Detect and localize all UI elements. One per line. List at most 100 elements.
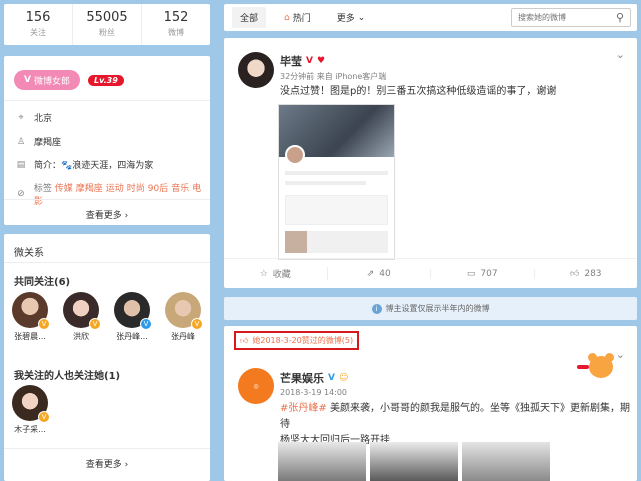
person-icon: ♙ xyxy=(16,136,26,147)
post-source: 来自 iPhone客户端 xyxy=(316,72,387,81)
thumbs-up-icon: 👍︎ xyxy=(240,335,249,345)
profile-more-link[interactable]: 查看更多 › xyxy=(4,208,210,221)
badge-row: V 微博女郎 Lv.39 xyxy=(14,70,124,90)
tags-line: ⊘ 标签 传媒 摩羯座 运动 时尚 90后 音乐 电影 xyxy=(16,181,210,207)
common-follow-title: 共同关注(6) xyxy=(14,277,71,288)
liked-date-filter[interactable]: 👍︎ 她2018-3-20赞过的微博(5) xyxy=(234,331,360,350)
mutual-follow-user[interactable]: V 木子采... xyxy=(12,385,50,435)
bio-line: ▤ 简介：🐾浪迹天涯，四海为家 xyxy=(16,158,154,172)
level-badge[interactable]: Lv.39 xyxy=(87,74,124,86)
common-follow-user[interactable]: V 张丹峰 xyxy=(165,292,203,342)
image-line xyxy=(285,171,388,175)
tag-item[interactable]: 音乐 xyxy=(171,184,189,194)
mutual-follow-list: V 木子采... xyxy=(12,385,50,435)
tab-label: 更多 xyxy=(336,14,355,24)
repost-button[interactable]: ⇗ 40 xyxy=(328,268,431,279)
notice-text: 博主设置仅展示半年内的微博 xyxy=(385,304,490,313)
feed-tabs: 全部 ⌂热门 更多⌄ ⚲ xyxy=(224,4,637,31)
tag-item[interactable]: 时尚 xyxy=(127,184,145,194)
post-image[interactable] xyxy=(278,104,395,260)
tab-label: 全部 xyxy=(240,14,259,24)
bear-decoration-icon xyxy=(577,352,617,382)
location-pin-icon: ⌖ xyxy=(18,112,24,123)
relations-title: 微关系 xyxy=(14,248,44,259)
fan-icon: ☺ xyxy=(338,373,349,383)
stat-label: 关注 xyxy=(30,28,46,37)
post-username[interactable]: 芒果娱乐 V ☺ xyxy=(280,370,348,386)
common-follow-user[interactable]: V 张碧晨... xyxy=(12,292,50,342)
hashtag-link[interactable]: #张丹峰# xyxy=(280,403,327,414)
weibo-post: 毕莹 V ♥ 32分钟前 来自 iPhone客户端 ⌄ 没点过赞！图是p的！别三… xyxy=(224,38,637,288)
fan-badge[interactable]: V 微博女郎 xyxy=(14,70,80,90)
verified-v-icon: V xyxy=(328,373,335,383)
weibo-post: 👍︎ 她2018-3-20赞过的微博(5) ◎ 芒果娱乐 V ☺ 2018-3-… xyxy=(224,326,637,481)
image-line xyxy=(285,181,366,185)
post-username[interactable]: 毕莹 V ♥ xyxy=(280,53,325,69)
stat-label: 粉丝 xyxy=(99,28,115,37)
post-image[interactable] xyxy=(462,442,550,481)
post-image[interactable] xyxy=(278,442,366,481)
stat-following[interactable]: 156 关注 xyxy=(4,4,73,45)
divider xyxy=(4,199,210,200)
relations-more-link[interactable]: 查看更多 › xyxy=(4,457,210,470)
avatar[interactable]: ◎ xyxy=(238,368,274,404)
post-time[interactable]: 2018-3-19 14:00 xyxy=(280,388,347,397)
image-thumb xyxy=(285,231,307,253)
common-follow-list: V 张碧晨... V 洪欣 V 张丹峰... V 张丹峰 xyxy=(12,292,203,342)
avatar[interactable] xyxy=(238,52,274,88)
avatar: V xyxy=(165,292,203,330)
tag-item[interactable]: 摩羯座 xyxy=(76,184,103,194)
stat-followers[interactable]: 55005 粉丝 xyxy=(73,4,142,45)
profile-info-card: V 微博女郎 Lv.39 ⌖ 北京 ♙ 摩羯座 ▤ 简介：🐾浪迹天涯，四海为家 … xyxy=(4,56,210,225)
action-count: 40 xyxy=(379,268,391,279)
user-name: 木子采... xyxy=(14,425,46,434)
user-name: 芒果娱乐 xyxy=(280,372,324,385)
tag-item[interactable]: 90后 xyxy=(148,184,168,194)
post-image[interactable] xyxy=(370,442,458,481)
bio-label: 简介： xyxy=(34,161,62,171)
chevron-down-icon[interactable]: ⌄ xyxy=(616,348,625,361)
v-icon: V xyxy=(24,75,31,85)
action-label: 收藏 xyxy=(272,270,291,280)
divider xyxy=(4,262,210,263)
stat-number: 152 xyxy=(163,10,189,25)
post-text-line1: 美颜来袭，小哥哥的颜我是服气的。坐等《独孤天下》更新剧集，期待 xyxy=(280,403,630,430)
like-button[interactable]: 👍︎ 283 xyxy=(535,269,638,279)
stat-number: 156 xyxy=(25,10,51,25)
verified-yellow-icon: V xyxy=(191,318,203,330)
post-time[interactable]: 32分钟前 xyxy=(280,72,314,81)
tab-more[interactable]: 更多 ⌄ xyxy=(329,7,374,28)
profile-stats: 156 关注 55005 粉丝 152 微博 xyxy=(4,4,210,45)
search-icon[interactable]: ⚲ xyxy=(616,11,624,24)
verified-yellow-icon: V xyxy=(89,318,101,330)
heart-icon: ♥ xyxy=(316,56,326,66)
common-follow-user[interactable]: V 洪欣 xyxy=(63,292,101,342)
favorite-button[interactable]: ☆ 收藏 xyxy=(224,267,328,280)
verified-blue-icon: V xyxy=(140,318,152,330)
tab-hot[interactable]: ⌂ 热门 xyxy=(276,7,319,28)
post-images xyxy=(278,442,550,481)
bio-text: 浪迹天涯，四海为家 xyxy=(72,161,154,171)
comment-icon: ▭ xyxy=(466,268,476,279)
tag-item[interactable]: 运动 xyxy=(106,184,124,194)
relations-card: 微关系 共同关注(6) V 张碧晨... V 洪欣 V 张丹峰... V 张丹峰… xyxy=(4,234,210,481)
filter-label: 她2018-3-20赞过的微博(5) xyxy=(252,336,354,345)
home-icon: ⌂ xyxy=(284,12,290,23)
tab-label: 热门 xyxy=(292,14,311,24)
common-follow-user[interactable]: V 张丹峰... xyxy=(114,292,152,342)
repost-icon: ⇗ xyxy=(366,268,375,279)
user-name: 洪欣 xyxy=(73,332,89,341)
avatar: V xyxy=(114,292,152,330)
user-name: 张碧晨... xyxy=(14,332,46,341)
tab-all[interactable]: 全部 xyxy=(232,7,267,28)
location-line: ⌖ 北京 xyxy=(16,111,52,125)
star-icon: ☆ xyxy=(259,268,268,279)
thumbs-up-icon: 👍︎ xyxy=(569,268,580,279)
stat-posts[interactable]: 152 微博 xyxy=(142,4,210,45)
divider xyxy=(4,100,210,101)
comment-button[interactable]: ▭ 707 xyxy=(431,268,535,279)
chevron-down-icon[interactable]: ⌄ xyxy=(616,48,625,61)
tag-item[interactable]: 传媒 xyxy=(55,184,73,194)
avatar: V xyxy=(12,385,50,423)
search-input[interactable] xyxy=(518,13,608,22)
